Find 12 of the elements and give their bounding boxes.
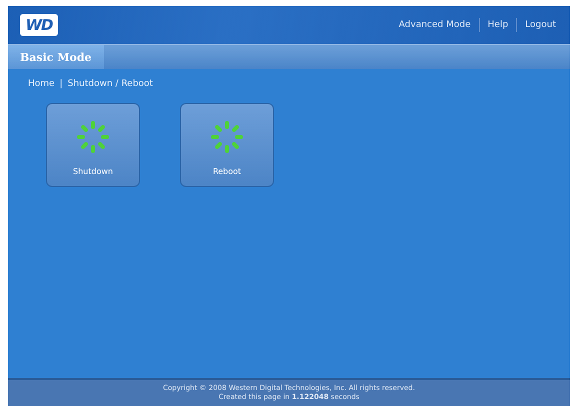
- breadcrumb-separator: |: [60, 79, 63, 89]
- mode-tab[interactable]: Basic Mode: [8, 45, 104, 69]
- action-button[interactable]: Shutdown: [46, 103, 140, 187]
- spinner-icon: [75, 119, 111, 155]
- breadcrumb-link[interactable]: Home: [28, 79, 55, 89]
- action-button[interactable]: Reboot: [180, 103, 274, 187]
- spinner-icon: [209, 119, 245, 155]
- header-link[interactable]: Advanced Mode: [390, 20, 479, 30]
- breadcrumb-link[interactable]: Shutdown / Reboot: [68, 79, 153, 89]
- header-link[interactable]: Help: [480, 20, 516, 30]
- header-link[interactable]: Logout: [517, 20, 564, 30]
- logo: WD: [20, 14, 58, 36]
